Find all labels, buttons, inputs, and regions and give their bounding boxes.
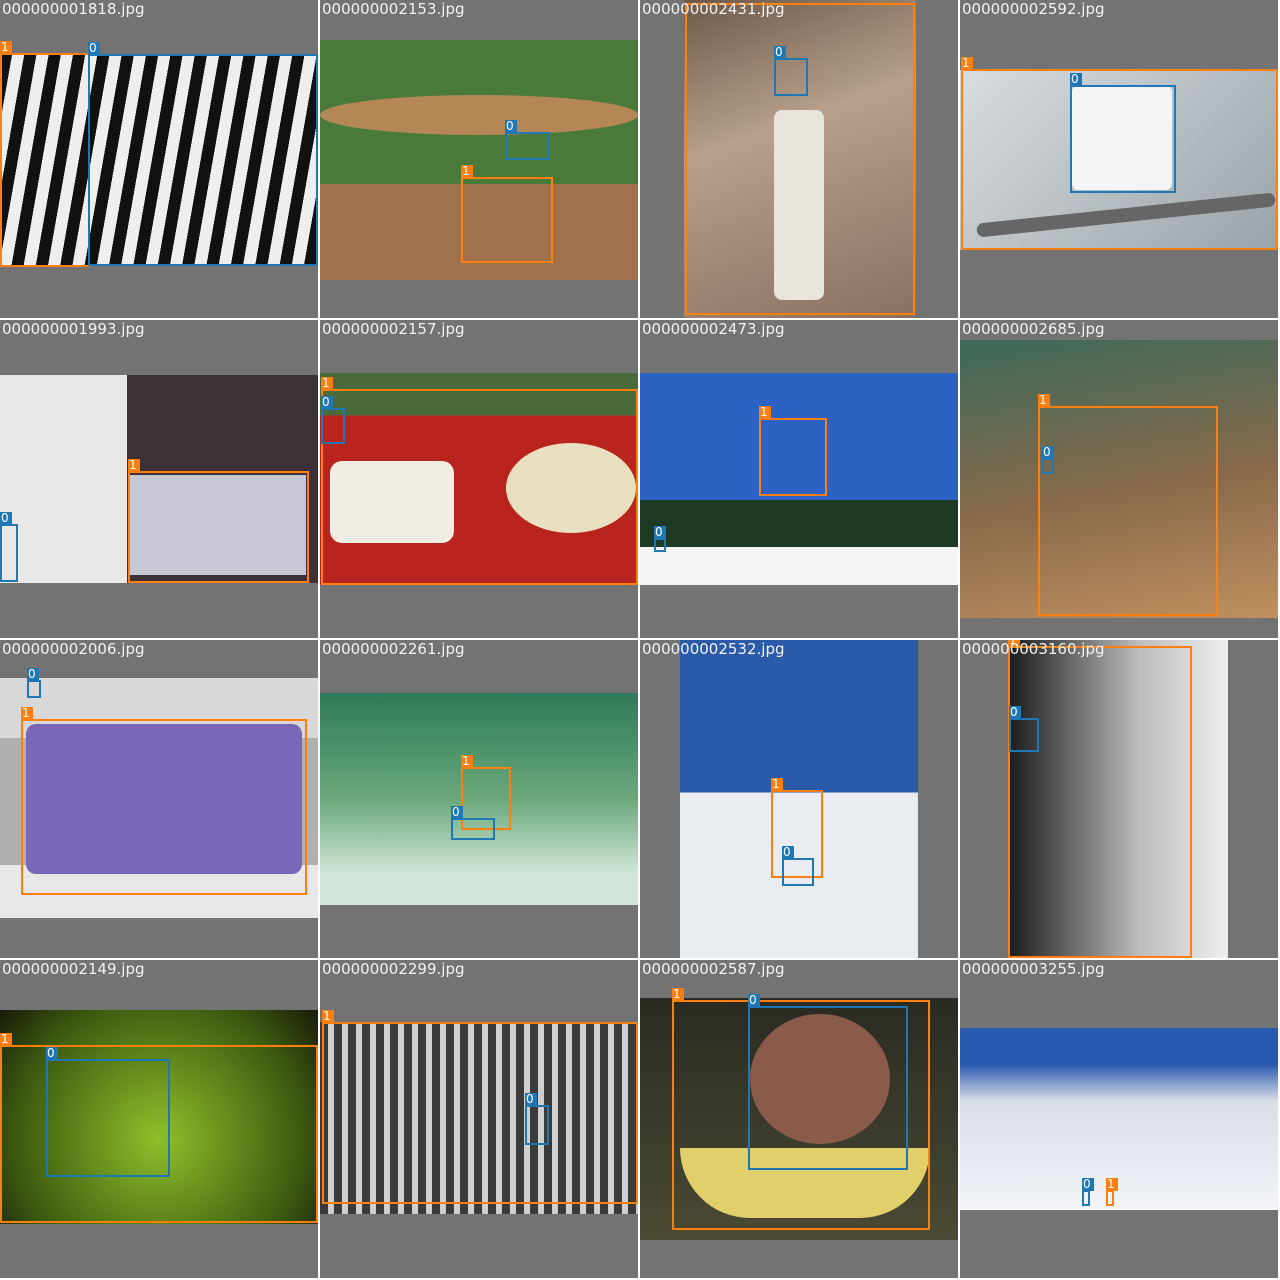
- image-grid: 000000001818.jpg 1 0 000000002153.jpg 0 …: [0, 0, 1280, 1280]
- tile[interactable]: 000000002587.jpg 1 0: [640, 960, 958, 1278]
- box-label: 0: [1009, 706, 1021, 719]
- box-class-0[interactable]: 0: [0, 512, 18, 582]
- box-label: 1: [461, 755, 473, 768]
- box-class-0[interactable]: 0: [748, 994, 908, 1170]
- box-class-1[interactable]: [685, 3, 915, 315]
- box-label: 0: [321, 396, 333, 409]
- box-label: 0: [748, 994, 760, 1007]
- box-label: 0: [505, 120, 517, 133]
- file-name: 000000002299.jpg: [322, 960, 465, 978]
- box-class-0[interactable]: 0: [1082, 1178, 1094, 1206]
- tile[interactable]: 000000002473.jpg 1 0: [640, 320, 958, 638]
- box-label: 1: [672, 988, 684, 1001]
- file-name: 000000002532.jpg: [642, 640, 785, 658]
- box-class-0[interactable]: 0: [27, 668, 41, 698]
- box-class-0[interactable]: 0: [525, 1093, 549, 1145]
- tile[interactable]: 000000002532.jpg 1 0: [640, 640, 958, 958]
- box-class-1[interactable]: 1: [759, 406, 827, 496]
- box-class-0[interactable]: 0: [46, 1047, 170, 1177]
- file-name: 000000002153.jpg: [322, 0, 465, 18]
- box-label: 1: [961, 57, 973, 70]
- box-label: 0: [451, 806, 463, 819]
- box-label: 0: [654, 526, 666, 539]
- box-class-1[interactable]: 1: [461, 165, 553, 263]
- mountain-photo: [960, 1028, 1278, 1210]
- box-class-0[interactable]: 0: [451, 806, 495, 840]
- file-name: 000000002157.jpg: [322, 320, 465, 338]
- box-label: 0: [525, 1093, 537, 1106]
- file-name: 000000002149.jpg: [2, 960, 145, 978]
- tile[interactable]: 000000002157.jpg 1 0: [320, 320, 638, 638]
- tile[interactable]: 000000002592.jpg 1 0: [960, 0, 1278, 318]
- box-label: 1: [0, 1033, 12, 1046]
- file-name: 000000002261.jpg: [322, 640, 465, 658]
- box-class-1[interactable]: 1: [1038, 394, 1218, 616]
- box-label: 1: [321, 377, 333, 390]
- file-name: 000000002431.jpg: [642, 0, 785, 18]
- box-label: 0: [46, 1047, 58, 1060]
- box-label: 1: [1106, 1178, 1118, 1191]
- file-name: 000000001993.jpg: [2, 320, 145, 338]
- file-name: 000000001818.jpg: [2, 0, 145, 18]
- tile[interactable]: 000000002299.jpg 1 0: [320, 960, 638, 1278]
- tile[interactable]: 000000001818.jpg 1 0: [0, 0, 318, 318]
- file-name: 000000003255.jpg: [962, 960, 1105, 978]
- box-class-0[interactable]: 0: [1009, 706, 1039, 752]
- box-label: 1: [771, 778, 783, 791]
- tile[interactable]: 000000002149.jpg 1 0: [0, 960, 318, 1278]
- box-class-1[interactable]: 1: [1008, 640, 1192, 958]
- box-label: 1: [322, 1010, 334, 1023]
- box-label: 0: [0, 512, 12, 525]
- box-label: 0: [1070, 73, 1082, 86]
- file-name: 000000003160.jpg: [962, 640, 1105, 658]
- box-class-1[interactable]: 1: [128, 459, 309, 583]
- box-label: 1: [0, 41, 12, 54]
- box-label: 0: [782, 846, 794, 859]
- box-class-1[interactable]: 1: [321, 377, 638, 585]
- box-label: 0: [27, 668, 39, 681]
- box-class-0[interactable]: 0: [1042, 446, 1054, 474]
- box-label: 1: [21, 707, 33, 720]
- box-class-0[interactable]: 0: [505, 120, 550, 160]
- file-name: 000000002685.jpg: [962, 320, 1105, 338]
- box-class-1[interactable]: 1: [0, 41, 90, 267]
- box-label: 1: [461, 165, 473, 178]
- box-label: 0: [1082, 1178, 1094, 1191]
- box-class-0[interactable]: 0: [321, 396, 345, 444]
- box-label: 1: [1038, 394, 1050, 407]
- tile[interactable]: 000000002006.jpg 0 1: [0, 640, 318, 958]
- tile[interactable]: 000000003160.jpg 1 0: [960, 640, 1278, 958]
- box-class-0[interactable]: 0: [782, 846, 814, 886]
- tile[interactable]: 000000002261.jpg 1 0: [320, 640, 638, 958]
- file-name: 000000002006.jpg: [2, 640, 145, 658]
- tile[interactable]: 000000002153.jpg 0 1: [320, 0, 638, 318]
- tile[interactable]: 000000003255.jpg 0 1: [960, 960, 1278, 1278]
- box-class-0[interactable]: 0: [88, 42, 318, 266]
- tile[interactable]: 000000001993.jpg 0 1: [0, 320, 318, 638]
- box-label: 1: [759, 406, 771, 419]
- box-label: 0: [1042, 446, 1054, 459]
- box-class-1[interactable]: 1: [21, 707, 307, 895]
- tile[interactable]: 000000002685.jpg 1 0: [960, 320, 1278, 638]
- box-class-0[interactable]: 0: [1070, 73, 1176, 193]
- box-class-0[interactable]: 0: [654, 526, 666, 552]
- file-name: 000000002473.jpg: [642, 320, 785, 338]
- file-name: 000000002587.jpg: [642, 960, 785, 978]
- box-class-1[interactable]: 1: [322, 1010, 638, 1204]
- box-label: 0: [88, 42, 100, 55]
- tile[interactable]: 000000002431.jpg 0: [640, 0, 958, 318]
- file-name: 000000002592.jpg: [962, 0, 1105, 18]
- box-label: 1: [128, 459, 140, 472]
- box-class-1[interactable]: 1: [1106, 1178, 1118, 1206]
